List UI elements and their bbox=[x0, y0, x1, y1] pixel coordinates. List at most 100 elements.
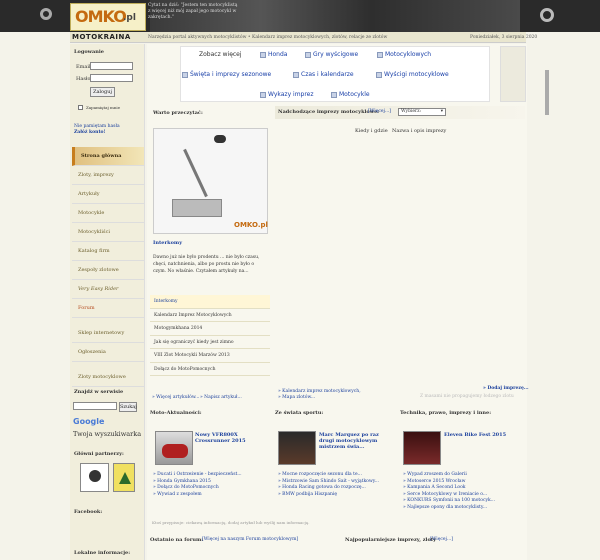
nav-item-events[interactable]: Zloty, imprezy bbox=[72, 166, 144, 185]
login-button[interactable]: Zaloguj bbox=[90, 87, 115, 97]
password-field[interactable] bbox=[90, 74, 133, 82]
remember-checkbox[interactable] bbox=[78, 105, 83, 110]
add-event-link[interactable]: » Dodaj imprezę... bbox=[483, 386, 529, 391]
ad-link-icon bbox=[260, 51, 266, 58]
sport-title: Ze świata sportu: bbox=[275, 410, 324, 416]
nav-item-rallies[interactable]: Zloty motocyklowe bbox=[72, 368, 144, 387]
email-field[interactable] bbox=[90, 62, 133, 70]
tech-headline[interactable]: Eleven Bike Fest 2015 bbox=[444, 432, 524, 438]
popular-title: Najpopularniejsze imprezy, zloty bbox=[345, 537, 436, 543]
sport-image[interactable] bbox=[278, 431, 316, 465]
list-item[interactable]: VIII Zlot Motocykli Marzów 2013 bbox=[150, 349, 270, 363]
news-footer: Ktoś przypisuje: ciekawą informację, dod… bbox=[152, 520, 310, 525]
side-banner[interactable] bbox=[500, 46, 526, 102]
list-item[interactable]: » Najlepsze opony dla motocyklisty... bbox=[403, 505, 525, 512]
ad-link-icon bbox=[182, 71, 188, 78]
featured-article-text: Dawno już nie było prodentu ... nie było… bbox=[153, 255, 260, 274]
news-title: Moto-Aktualności: bbox=[150, 410, 202, 416]
nav-item-catalog[interactable]: Katalog firm bbox=[72, 242, 144, 261]
login-help: Nie pamiętam hasła Załóż konto! bbox=[74, 124, 140, 136]
nav-item-shop[interactable]: Sklep internetowy bbox=[72, 324, 144, 343]
forum-link[interactable]: [Więcej na naszym Forum motocyklowym] bbox=[202, 537, 298, 542]
current-date: Poniedziałek, 3 sierpnia 2020 bbox=[470, 35, 538, 40]
ad-link-icon bbox=[331, 91, 337, 98]
local-info-title: Lokalne informacje: bbox=[74, 550, 131, 556]
sport-column: Ze świata sportu: bbox=[275, 410, 397, 416]
ad-link-icon bbox=[293, 71, 299, 78]
daily-quote: Cytat na dziś: "Jestem ten motocyklistą … bbox=[148, 3, 238, 20]
register-link[interactable]: Załóż konto! bbox=[74, 130, 140, 136]
nav-item-classifieds[interactable]: Ogłoszenia bbox=[72, 343, 144, 362]
list-item[interactable]: Motogymkhana 2014 bbox=[150, 322, 270, 336]
tech-image[interactable] bbox=[403, 431, 441, 465]
wrench-icon bbox=[540, 8, 554, 22]
forum-title: Ostatnio na forum: bbox=[150, 537, 204, 543]
google-logo: Google bbox=[73, 417, 105, 426]
events-box bbox=[275, 106, 525, 402]
events-calendar-link[interactable]: » Kalendarz imprez motocyklowych, bbox=[278, 389, 361, 394]
list-item[interactable]: » Wywiad z zespołem bbox=[153, 492, 273, 499]
more-articles-link[interactable]: » Więcej artykułów... bbox=[152, 395, 199, 400]
events-title: Nadchodzące imprezy motocyklowe: bbox=[278, 109, 380, 115]
nav-item-articles[interactable]: Artykuły bbox=[72, 185, 144, 204]
featured-image[interactable]: OMKO.pl bbox=[153, 128, 268, 234]
events-map-link[interactable]: » Mapa zlotów... bbox=[278, 395, 315, 400]
events-more-link[interactable]: [Więcej...] bbox=[368, 109, 391, 114]
events-select-value: Wybierz: bbox=[401, 109, 422, 114]
sport-list: » Mocne rozpoczęcie sezonu dla te... » M… bbox=[278, 472, 398, 498]
list-item[interactable]: Jak się ograniczyć kiedy jest zimno bbox=[150, 336, 270, 349]
partner-logo-gekon[interactable] bbox=[80, 463, 109, 492]
ad-link[interactable]: Motocykle bbox=[331, 91, 370, 98]
featured-title: Warto przeczytać: bbox=[153, 110, 203, 116]
brand-name: MOTOKRAINA bbox=[72, 33, 131, 41]
tech-column: Technika, prawo, imprezy i inne: bbox=[400, 410, 522, 416]
nav-item-home[interactable]: Strona główna bbox=[72, 147, 144, 166]
ad-link[interactable]: Honda bbox=[260, 51, 287, 58]
partners-title: Główni partnerzy: bbox=[74, 451, 124, 457]
nav-item-bands[interactable]: Zespoły zlotowe bbox=[72, 261, 144, 280]
main-nav: Strona główna Zloty, imprezy Artykuły Mo… bbox=[72, 147, 144, 387]
search-input[interactable] bbox=[73, 402, 117, 410]
ad-link[interactable]: Wykazy imprez bbox=[260, 91, 314, 98]
news-ticker: Narzędzia portal aktywnych motocyklistów… bbox=[148, 35, 388, 40]
ad-links-bar: Zobacz więcej Honda Gry wyścigowe Motocy… bbox=[180, 46, 490, 102]
featured-article-title[interactable]: Interkomy bbox=[153, 240, 182, 246]
microphone-stem bbox=[183, 148, 208, 198]
chevron-down-icon: ▾ bbox=[440, 109, 443, 114]
ad-link-icon bbox=[377, 51, 383, 58]
ad-link[interactable]: Wyścigi motocyklowe bbox=[376, 71, 449, 78]
facebook-title: Facebook: bbox=[74, 509, 103, 515]
news-image[interactable] bbox=[155, 431, 193, 465]
search-button[interactable]: Szukaj bbox=[119, 402, 137, 412]
list-item[interactable]: » BMW podbija Hiszpanię bbox=[278, 492, 398, 499]
list-item[interactable]: Kalendarz Imprez Motocyklowych bbox=[150, 309, 270, 322]
popular-link[interactable]: [Więcej...] bbox=[430, 537, 453, 542]
news-headline[interactable]: Nowy VFR800X Crossrunner 2015 bbox=[195, 432, 270, 444]
intercom-base bbox=[172, 199, 222, 217]
events-col-name: Nazwa i opis imprezy bbox=[392, 128, 447, 134]
remember-label: Zapamiętaj mnie bbox=[86, 105, 121, 110]
ad-link[interactable]: Gry wyścigowe bbox=[305, 51, 358, 58]
featured-logo: OMKO.pl bbox=[234, 221, 268, 229]
partner-logo-tent[interactable] bbox=[113, 463, 135, 492]
events-select[interactable]: Wybierz: ▾ bbox=[398, 108, 446, 116]
write-article-link[interactable]: » Napisz artykuł... bbox=[200, 395, 242, 400]
tech-list: » Wypad zroszem do Galerii » Motoserce 2… bbox=[403, 472, 525, 511]
logo-text: OMKO bbox=[75, 7, 127, 26]
ad-link-icon bbox=[305, 51, 311, 58]
microphone-head bbox=[214, 135, 226, 143]
ad-link-icon bbox=[260, 91, 266, 98]
list-item[interactable]: Interkomy bbox=[150, 295, 270, 309]
nav-item-motorcycles[interactable]: Motocykle bbox=[72, 204, 144, 223]
ad-link[interactable]: Święta i imprezy sezonowe bbox=[182, 71, 271, 78]
ad-link[interactable]: Motocyklowych bbox=[377, 51, 431, 58]
ad-link[interactable]: Czas i kalendarze bbox=[293, 71, 354, 78]
list-item[interactable]: Dołącz do MotoPomocnych bbox=[150, 363, 270, 376]
nav-item-easy-rider[interactable]: Very Easy Rider bbox=[72, 280, 144, 299]
sport-headline[interactable]: Marc Marquez po raz drugi motocyklowym m… bbox=[319, 432, 391, 450]
nav-item-forum[interactable]: Forum bbox=[72, 299, 144, 318]
site-logo[interactable]: OMKO .pl bbox=[70, 3, 146, 31]
featured-links: Interkomy Kalendarz Imprez Motocyklowych… bbox=[150, 295, 270, 376]
tech-title: Technika, prawo, imprezy i inne: bbox=[400, 410, 492, 416]
nav-item-riders[interactable]: Motocykliści bbox=[72, 223, 144, 242]
